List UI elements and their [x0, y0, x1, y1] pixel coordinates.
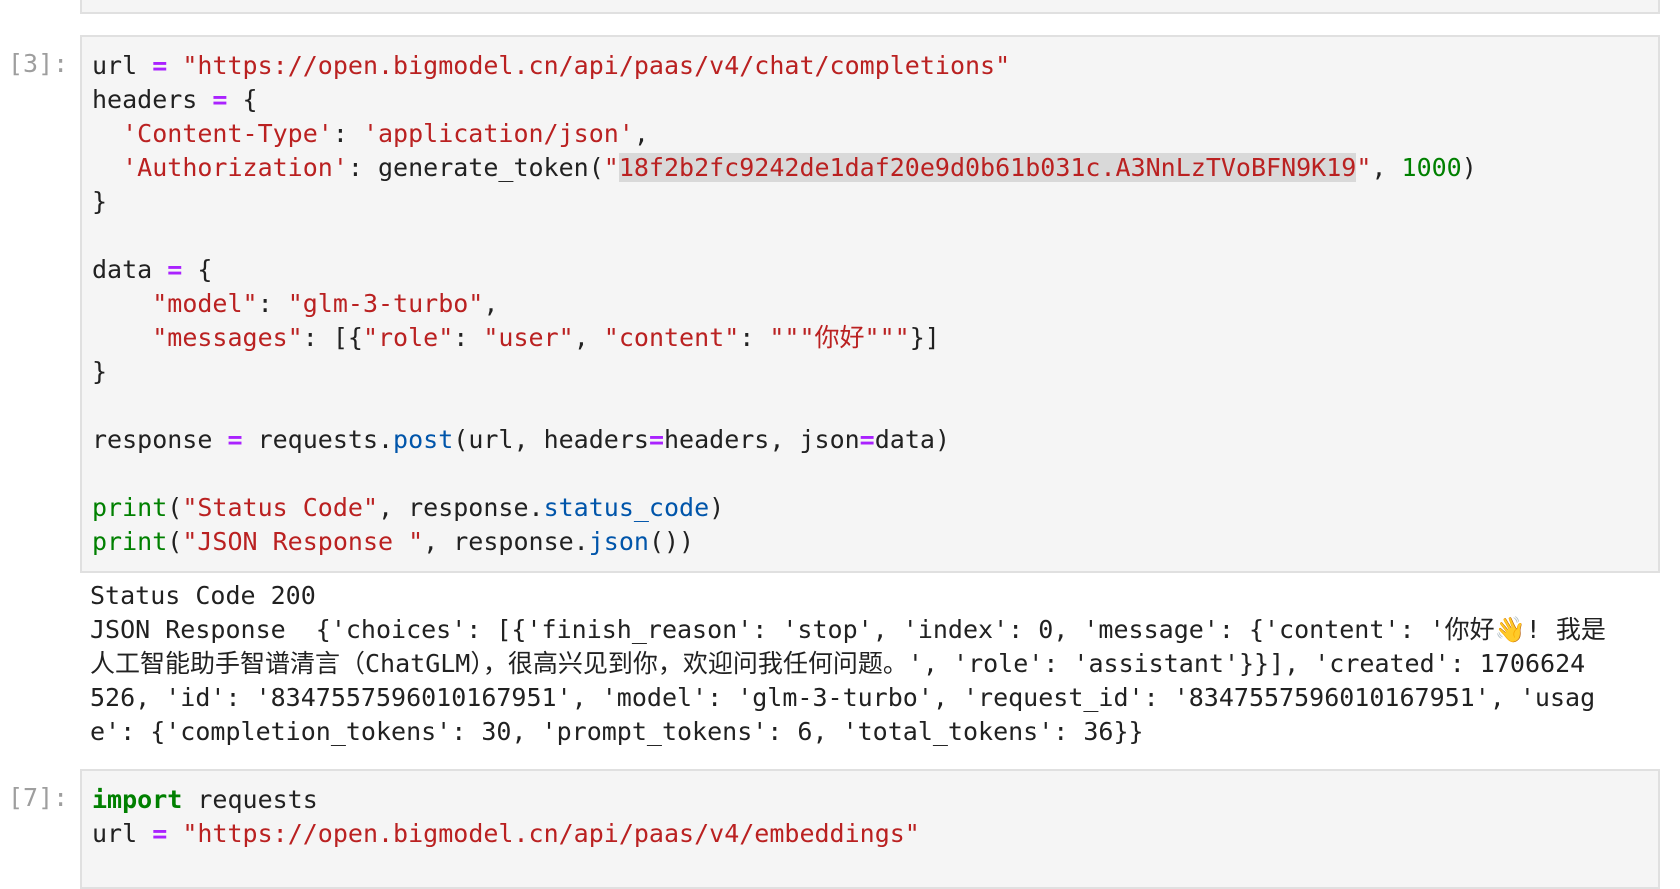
- code-token: "role": [362, 323, 454, 352]
- code-token: {: [227, 85, 258, 114]
- code-token: ,: [573, 323, 604, 352]
- code-token: 'Content-Type': [122, 119, 333, 148]
- code-line: headers = {: [92, 83, 1658, 117]
- code-line: }: [92, 355, 1658, 389]
- code-line: response = requests.post(url, headers=he…: [92, 423, 1658, 457]
- code-token: ,: [1371, 153, 1402, 182]
- code-token: (: [167, 527, 183, 556]
- code-token: 18f2b2fc9242de1daf20e9d0b61b031c.A3NnLzT…: [618, 153, 1357, 182]
- code-token: headers, json: [664, 425, 860, 454]
- output-line: e': {'completion_tokens': 30, 'prompt_to…: [90, 717, 1144, 746]
- code-token: :: [453, 323, 484, 352]
- code-line: import requests: [92, 783, 1658, 817]
- code-token: "Status Code": [182, 493, 378, 522]
- code-token: : generate_token(: [347, 153, 604, 182]
- code-lines[interactable]: import requests url = "https://open.bigmo…: [82, 771, 1658, 863]
- code-token: :: [257, 289, 288, 318]
- cell-prompt: [7]:: [8, 783, 69, 812]
- code-token: print: [92, 493, 168, 522]
- code-line: print("JSON Response ", response.json()): [92, 525, 1658, 559]
- code-token: =: [212, 85, 228, 114]
- code-token: "messages": [152, 323, 303, 352]
- code-token: "model": [152, 289, 258, 318]
- code-token: (url, headers: [453, 425, 649, 454]
- code-token: 1000: [1401, 153, 1462, 182]
- code-token: url: [92, 51, 153, 80]
- code-token: "https://open.bigmodel.cn/api/paas/v4/em…: [182, 819, 920, 848]
- code-token: , response.: [378, 493, 544, 522]
- code-line: url = "https://open.bigmodel.cn/api/paas…: [92, 817, 1658, 851]
- code-token: "user": [483, 323, 574, 352]
- output-line: JSON Response {'choices': [{'finish_reas…: [90, 615, 1606, 644]
- code-token: =: [167, 255, 183, 284]
- code-token: :: [332, 119, 363, 148]
- previous-cell-input[interactable]: [80, 0, 1660, 14]
- code-token: import: [92, 785, 183, 814]
- code-token: =: [152, 51, 168, 80]
- code-lines[interactable]: url = "https://open.bigmodel.cn/api/paas…: [82, 37, 1658, 571]
- code-token: data: [92, 255, 168, 284]
- code-line: print("Status Code", response.status_cod…: [92, 491, 1658, 525]
- code-token: =: [152, 819, 168, 848]
- code-token: {: [182, 255, 213, 284]
- output-line: 526, 'id': '8347557596010167951', 'model…: [90, 683, 1596, 712]
- code-token: ": [603, 153, 619, 182]
- code-token: headers: [92, 85, 213, 114]
- code-token: ): [709, 493, 725, 522]
- code-editor[interactable]: import requests url = "https://open.bigmo…: [80, 769, 1660, 889]
- code-line: data = {: [92, 253, 1658, 287]
- code-token: "JSON Response ": [182, 527, 424, 556]
- code-token: , response.: [423, 527, 589, 556]
- output-line: Status Code 200: [90, 581, 316, 610]
- code-token: data): [874, 425, 950, 454]
- code-token: ()): [648, 527, 695, 556]
- code-token: json: [588, 527, 649, 556]
- code-token: "content": [603, 323, 740, 352]
- code-token: ): [1461, 153, 1477, 182]
- code-token: ,: [633, 119, 649, 148]
- code-token: post: [393, 425, 454, 454]
- code-token: "glm-3-turbo": [287, 289, 484, 318]
- code-token: """你好""": [769, 323, 910, 352]
- code-line: }: [92, 185, 1658, 219]
- code-line: "model": "glm-3-turbo",: [92, 287, 1658, 321]
- code-line: 'Content-Type': 'application/json',: [92, 117, 1658, 151]
- cell-prompt: [3]:: [8, 49, 69, 78]
- code-token: ,: [483, 289, 499, 318]
- cell-output: Status Code 200 JSON Response {'choices':…: [90, 579, 1606, 749]
- code-token: :: [739, 323, 770, 352]
- code-token: response: [92, 425, 228, 454]
- code-token: }: [92, 357, 108, 386]
- code-line: "messages": [{"role": "user", "content":…: [92, 321, 1658, 355]
- code-line: url = "https://open.bigmodel.cn/api/paas…: [92, 49, 1658, 83]
- code-line: 'Authorization': generate_token("18f2b2f…: [92, 151, 1658, 185]
- code-token: url: [92, 819, 153, 848]
- code-token: : [{: [302, 323, 363, 352]
- code-token: =: [648, 425, 664, 454]
- code-token: 'Authorization': [122, 153, 348, 182]
- code-token: (: [167, 493, 183, 522]
- code-editor[interactable]: url = "https://open.bigmodel.cn/api/paas…: [80, 35, 1660, 573]
- code-token: print: [92, 527, 168, 556]
- code-token: "https://open.bigmodel.cn/api/paas/v4/ch…: [182, 51, 1011, 80]
- code-token: =: [859, 425, 875, 454]
- code-token: requests.: [242, 425, 394, 454]
- code-token: }: [92, 187, 108, 216]
- code-token: }]: [909, 323, 940, 352]
- code-token: requests: [182, 785, 318, 814]
- code-token: 'application/json': [362, 119, 634, 148]
- code-token: ": [1356, 153, 1372, 182]
- code-token: status_code: [543, 493, 710, 522]
- code-token: =: [227, 425, 243, 454]
- output-line: 人工智能助手智谱清言（ChatGLM），很高兴见到你，欢迎问我任何问题。', '…: [90, 649, 1586, 678]
